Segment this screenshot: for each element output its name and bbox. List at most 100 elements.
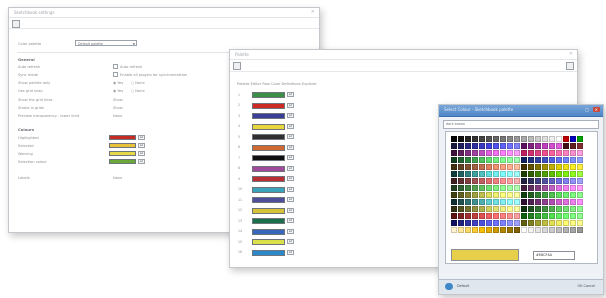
palette-swatch[interactable]: [521, 213, 527, 219]
palette-swatch[interactable]: [486, 136, 492, 142]
palette-swatch[interactable]: [570, 136, 576, 142]
palette-swatch[interactable]: [486, 192, 492, 198]
palette-row-swatch[interactable]: [252, 155, 285, 161]
palette-swatch[interactable]: [500, 143, 506, 149]
palette-row-edit-button[interactable]: ed: [287, 92, 294, 97]
palette-swatch[interactable]: [472, 178, 478, 184]
palette-row-edit-button[interactable]: ed: [287, 186, 294, 192]
palette-swatch[interactable]: [563, 199, 569, 205]
palette-swatch[interactable]: [472, 171, 478, 177]
palette-swatch[interactable]: [514, 213, 520, 219]
palette-swatch[interactable]: [542, 185, 548, 191]
palette-swatch[interactable]: [486, 220, 492, 226]
palette-swatch[interactable]: [507, 206, 513, 212]
palette-swatch[interactable]: [549, 171, 555, 177]
palette-swatch[interactable]: [493, 171, 499, 177]
palette-row-swatch[interactable]: [252, 239, 285, 245]
palette-swatch[interactable]: [465, 206, 471, 212]
palette-row-edit-button[interactable]: ed: [287, 249, 294, 255]
palette-swatch[interactable]: [514, 136, 520, 142]
palette-swatch[interactable]: [577, 206, 583, 212]
palette-swatch[interactable]: [521, 185, 527, 191]
palette-swatch[interactable]: [465, 164, 471, 170]
show-palette-radio-yes[interactable]: ◉ Yes: [113, 81, 123, 85]
palette-row-edit-button[interactable]: ed: [287, 176, 294, 181]
palette-row-swatch[interactable]: [252, 92, 285, 98]
palette-swatch[interactable]: [549, 157, 555, 163]
palette-swatch[interactable]: [535, 185, 541, 191]
palette-swatch[interactable]: [451, 192, 457, 198]
palette-swatch[interactable]: [472, 150, 478, 156]
palette-swatch[interactable]: [458, 178, 464, 184]
palette-swatch[interactable]: [514, 164, 520, 170]
palette-swatch[interactable]: [556, 213, 562, 219]
palette-swatch[interactable]: [500, 171, 506, 177]
picker-footer-buttons[interactable]: OK Cancel: [578, 284, 595, 288]
palette-swatch[interactable]: [563, 213, 569, 219]
palette-swatch[interactable]: [465, 143, 471, 149]
palette-swatch[interactable]: [500, 192, 506, 198]
palette-swatch[interactable]: [451, 136, 457, 142]
palette-row-edit-button[interactable]: ed: [287, 155, 294, 160]
palette-row-edit-button[interactable]: ed: [287, 165, 294, 171]
palette-swatch[interactable]: [465, 178, 471, 184]
palette-swatch[interactable]: [549, 150, 555, 156]
palette-swatch[interactable]: [549, 227, 555, 233]
palette-swatch[interactable]: [500, 164, 506, 170]
palette-swatch[interactable]: [493, 185, 499, 191]
palette-swatch[interactable]: [507, 192, 513, 198]
palette-swatch[interactable]: [521, 136, 527, 142]
palette-row-swatch[interactable]: [252, 186, 285, 193]
palette-swatch[interactable]: [451, 185, 457, 191]
palette-swatch[interactable]: [535, 150, 541, 156]
palette-swatch[interactable]: [493, 227, 499, 233]
palette-swatch[interactable]: [542, 227, 548, 233]
palette-swatch[interactable]: [577, 178, 583, 184]
palette-swatch[interactable]: [458, 206, 464, 212]
palette-swatch[interactable]: [493, 143, 499, 149]
palette-row-edit-button[interactable]: ed: [287, 113, 294, 118]
palette-swatch[interactable]: [521, 199, 527, 205]
palette-swatch[interactable]: [451, 150, 457, 156]
palette-swatch[interactable]: [556, 220, 562, 226]
palette-swatch[interactable]: [535, 178, 541, 184]
palette-swatch[interactable]: [507, 157, 513, 163]
palette-swatch[interactable]: [458, 220, 464, 226]
palette-swatch[interactable]: [549, 164, 555, 170]
palette-swatch[interactable]: [514, 220, 520, 226]
palette-swatch[interactable]: [479, 171, 485, 177]
palette-swatch[interactable]: [563, 220, 569, 226]
palette-swatch[interactable]: [507, 143, 513, 149]
palette-swatch[interactable]: [465, 150, 471, 156]
palette-swatch[interactable]: [563, 157, 569, 163]
palette-swatch[interactable]: [535, 143, 541, 149]
palette-swatch[interactable]: [563, 227, 569, 233]
palette-swatch[interactable]: [514, 157, 520, 163]
palette-swatch[interactable]: [507, 220, 513, 226]
palette-swatch[interactable]: [514, 206, 520, 212]
palette-swatch[interactable]: [570, 171, 576, 177]
palette-swatch[interactable]: [542, 143, 548, 149]
palette-swatch[interactable]: [486, 178, 492, 184]
palette-swatch[interactable]: [479, 164, 485, 170]
palette-swatch[interactable]: [486, 157, 492, 163]
palette-swatch[interactable]: [577, 136, 583, 142]
palette-swatch[interactable]: [528, 199, 534, 205]
palette-swatch[interactable]: [535, 171, 541, 177]
palette-swatch[interactable]: [451, 206, 457, 212]
palette-swatch[interactable]: [521, 143, 527, 149]
palette-swatch[interactable]: [458, 157, 464, 163]
palette-row-swatch[interactable]: [252, 197, 285, 203]
palette-swatch[interactable]: [486, 199, 492, 205]
palette-swatch[interactable]: [458, 213, 464, 219]
palette-swatch[interactable]: [542, 164, 548, 170]
palette-swatch[interactable]: [451, 157, 457, 163]
palette-swatch[interactable]: [465, 199, 471, 205]
palette-swatch[interactable]: [500, 157, 506, 163]
palette-swatch[interactable]: [577, 213, 583, 219]
maximize-icon[interactable]: ▢: [585, 107, 589, 112]
palette-swatch[interactable]: [528, 143, 534, 149]
palette-swatch[interactable]: [542, 220, 548, 226]
palette-swatch[interactable]: [514, 199, 520, 205]
palette-swatch[interactable]: [465, 185, 471, 191]
